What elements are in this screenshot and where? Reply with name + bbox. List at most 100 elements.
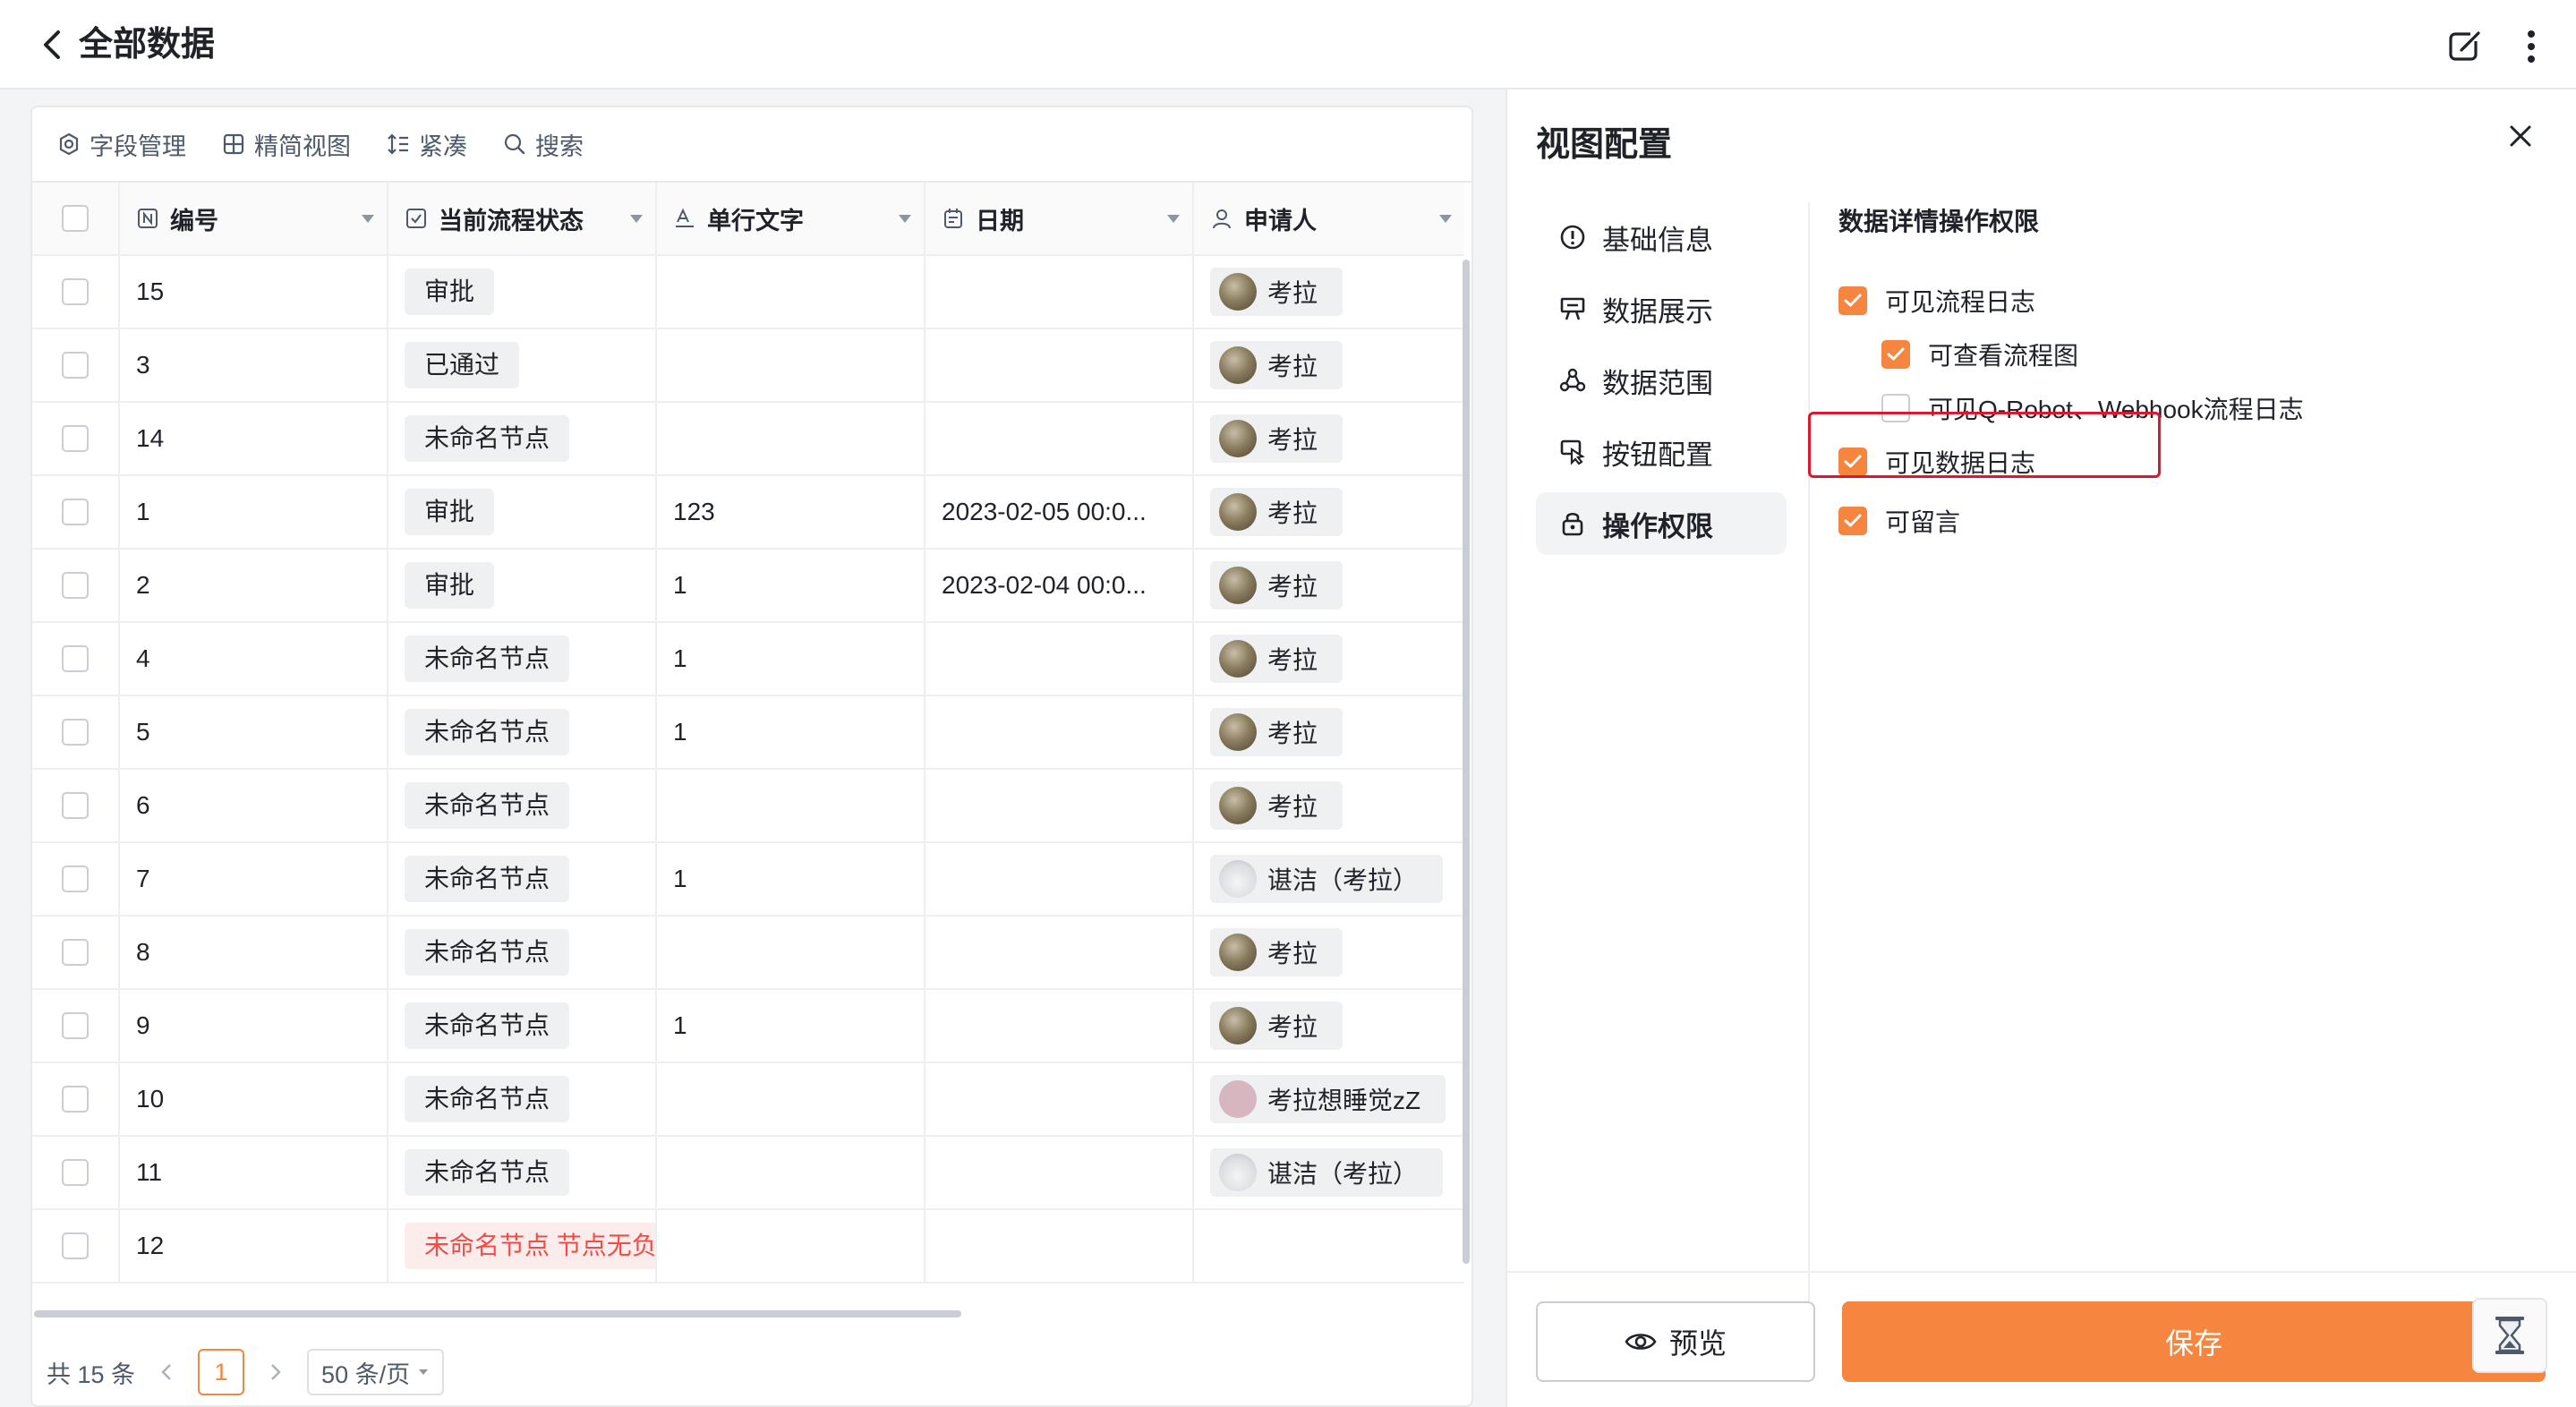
applicant-chip[interactable]: 考拉	[1210, 928, 1343, 976]
applicant-chip[interactable]: 考拉	[1210, 414, 1343, 463]
next-page-icon[interactable]	[260, 1349, 291, 1395]
row-select-cell	[32, 329, 120, 401]
toolbar-item-3[interactable]: 搜索	[503, 127, 584, 162]
table-row[interactable]: 10 未命名节点 考拉想睡觉zZ	[32, 1063, 1464, 1137]
permission-checkbox[interactable]	[1838, 507, 1867, 535]
table-row[interactable]: 15 审批 考拉	[32, 256, 1464, 329]
table-row[interactable]: 12 未命名节点 节点无负	[32, 1210, 1464, 1283]
nav-item-2[interactable]: 数据范围	[1536, 349, 1787, 412]
status-cell: 未命名节点 节点无负	[388, 1210, 657, 1282]
applicant-chip[interactable]: 考拉	[1210, 781, 1343, 830]
table-row[interactable]: 5 未命名节点 1 考拉	[32, 696, 1464, 770]
toolbar-label: 字段管理	[90, 132, 186, 160]
nav-label: 按钮配置	[1602, 439, 1713, 471]
vertical-scrollbar[interactable]	[1463, 260, 1470, 1264]
permission-checkbox[interactable]	[1881, 340, 1910, 369]
id-cell: 3	[120, 329, 388, 401]
table-row[interactable]: 4 未命名节点 1 考拉	[32, 623, 1464, 696]
column-header-1[interactable]: 当前流程状态	[388, 183, 657, 254]
applicant-chip[interactable]: 谌洁（考拉）	[1210, 855, 1444, 903]
select-all-checkbox[interactable]	[62, 205, 89, 232]
table-row[interactable]: 7 未命名节点 1 谌洁（考拉）	[32, 843, 1464, 917]
row-checkbox[interactable]	[62, 1159, 89, 1186]
sort-caret-icon[interactable]	[630, 215, 643, 223]
column-header-2[interactable]: 单行文字	[657, 183, 925, 254]
back-icon[interactable]	[32, 25, 72, 64]
row-checkbox[interactable]	[62, 719, 89, 746]
edit-icon[interactable]	[2444, 25, 2486, 68]
table-row[interactable]: 14 未命名节点 考拉	[32, 403, 1464, 476]
table-row[interactable]: 11 未命名节点 谌洁（考拉）	[32, 1137, 1464, 1210]
row-checkbox[interactable]	[62, 866, 89, 892]
table-row[interactable]: 3 已通过 考拉	[32, 329, 1464, 403]
applicant-chip[interactable]: 考拉	[1210, 268, 1343, 316]
permission-option-4[interactable]: 可留言	[1838, 503, 1960, 539]
row-checkbox[interactable]	[62, 939, 89, 966]
close-icon[interactable]	[2501, 116, 2540, 156]
row-checkbox[interactable]	[62, 1086, 89, 1113]
applicant-chip[interactable]: 谌洁（考拉）	[1210, 1148, 1444, 1197]
prev-page-icon[interactable]	[151, 1349, 182, 1395]
applicant-chip[interactable]: 考拉	[1210, 1002, 1343, 1050]
more-options-icon[interactable]	[2513, 25, 2549, 68]
nav-item-1[interactable]: 数据展示	[1536, 277, 1787, 340]
settings-icon	[57, 132, 81, 156]
applicant-chip[interactable]: 考拉	[1210, 488, 1343, 536]
applicant-chip[interactable]: 考拉想睡觉zZ	[1210, 1075, 1446, 1123]
table-row[interactable]: 6 未命名节点 考拉	[32, 770, 1464, 843]
page-button-current[interactable]: 1	[198, 1349, 245, 1395]
permission-checkbox[interactable]	[1838, 286, 1867, 315]
row-id: 8	[136, 938, 150, 966]
applicant-chip[interactable]: 考拉	[1210, 635, 1343, 683]
save-button[interactable]: 保存	[1842, 1301, 2546, 1382]
date-cell	[925, 843, 1194, 915]
column-header-0[interactable]: 编号	[120, 183, 388, 254]
calendar-icon	[942, 207, 965, 230]
row-checkbox[interactable]	[62, 425, 89, 452]
avatar	[1219, 346, 1257, 384]
table-row[interactable]: 2 审批 1 2023-02-04 00:0... 考拉	[32, 550, 1464, 623]
date-cell	[925, 1137, 1194, 1208]
preview-button[interactable]: 预览	[1536, 1301, 1815, 1382]
button-config-icon	[1559, 439, 1586, 465]
permission-option-1[interactable]: 可查看流程图	[1881, 337, 2078, 372]
horizontal-scrollbar[interactable]	[32, 1310, 1464, 1319]
row-checkbox[interactable]	[62, 572, 89, 599]
toolbar-item-2[interactable]: 紧凑	[387, 127, 467, 162]
applicant-chip[interactable]: 考拉	[1210, 708, 1343, 756]
toolbar-item-0[interactable]: 字段管理	[57, 127, 186, 162]
row-checkbox[interactable]	[62, 645, 89, 672]
row-checkbox[interactable]	[62, 278, 89, 305]
table-row[interactable]: 1 审批 123 2023-02-05 00:0... 考拉	[32, 476, 1464, 550]
table-row[interactable]: 9 未命名节点 1 考拉	[32, 990, 1464, 1063]
row-checkbox[interactable]	[62, 499, 89, 525]
applicant-cell: 谌洁（考拉）	[1194, 843, 1464, 915]
nav-item-4[interactable]: 操作权限	[1536, 492, 1787, 555]
sort-caret-icon[interactable]	[1439, 215, 1452, 223]
sort-caret-icon[interactable]	[1167, 215, 1180, 223]
column-header-label: 申请人	[1244, 207, 1317, 234]
row-checkbox[interactable]	[62, 352, 89, 379]
nav-item-0[interactable]: 基础信息	[1536, 206, 1787, 269]
row-checkbox[interactable]	[62, 1012, 89, 1039]
nav-item-3[interactable]: 按钮配置	[1536, 421, 1787, 483]
applicant-chip[interactable]: 考拉	[1210, 561, 1343, 610]
toolbar-item-1[interactable]: 精简视图	[222, 127, 351, 162]
row-checkbox[interactable]	[62, 792, 89, 819]
permission-label: 可见流程日志	[1885, 288, 2036, 316]
text-cell	[657, 1137, 925, 1208]
avatar	[1219, 1154, 1257, 1191]
hourglass-icon[interactable]	[2472, 1298, 2547, 1373]
sort-caret-icon[interactable]	[899, 215, 911, 223]
table-row[interactable]: 8 未命名节点 考拉	[32, 917, 1464, 990]
column-header-3[interactable]: 日期	[925, 183, 1194, 254]
row-checkbox[interactable]	[62, 1232, 89, 1259]
sort-caret-icon[interactable]	[362, 215, 374, 223]
text-cell: 1	[657, 550, 925, 621]
column-header-4[interactable]: 申请人	[1194, 183, 1464, 254]
row-select-cell	[32, 770, 120, 841]
lock-icon	[1559, 510, 1586, 537]
permission-option-0[interactable]: 可见流程日志	[1838, 283, 2035, 319]
applicant-chip[interactable]: 考拉	[1210, 341, 1343, 389]
page-size-select[interactable]: 50 条/页	[307, 1349, 445, 1395]
